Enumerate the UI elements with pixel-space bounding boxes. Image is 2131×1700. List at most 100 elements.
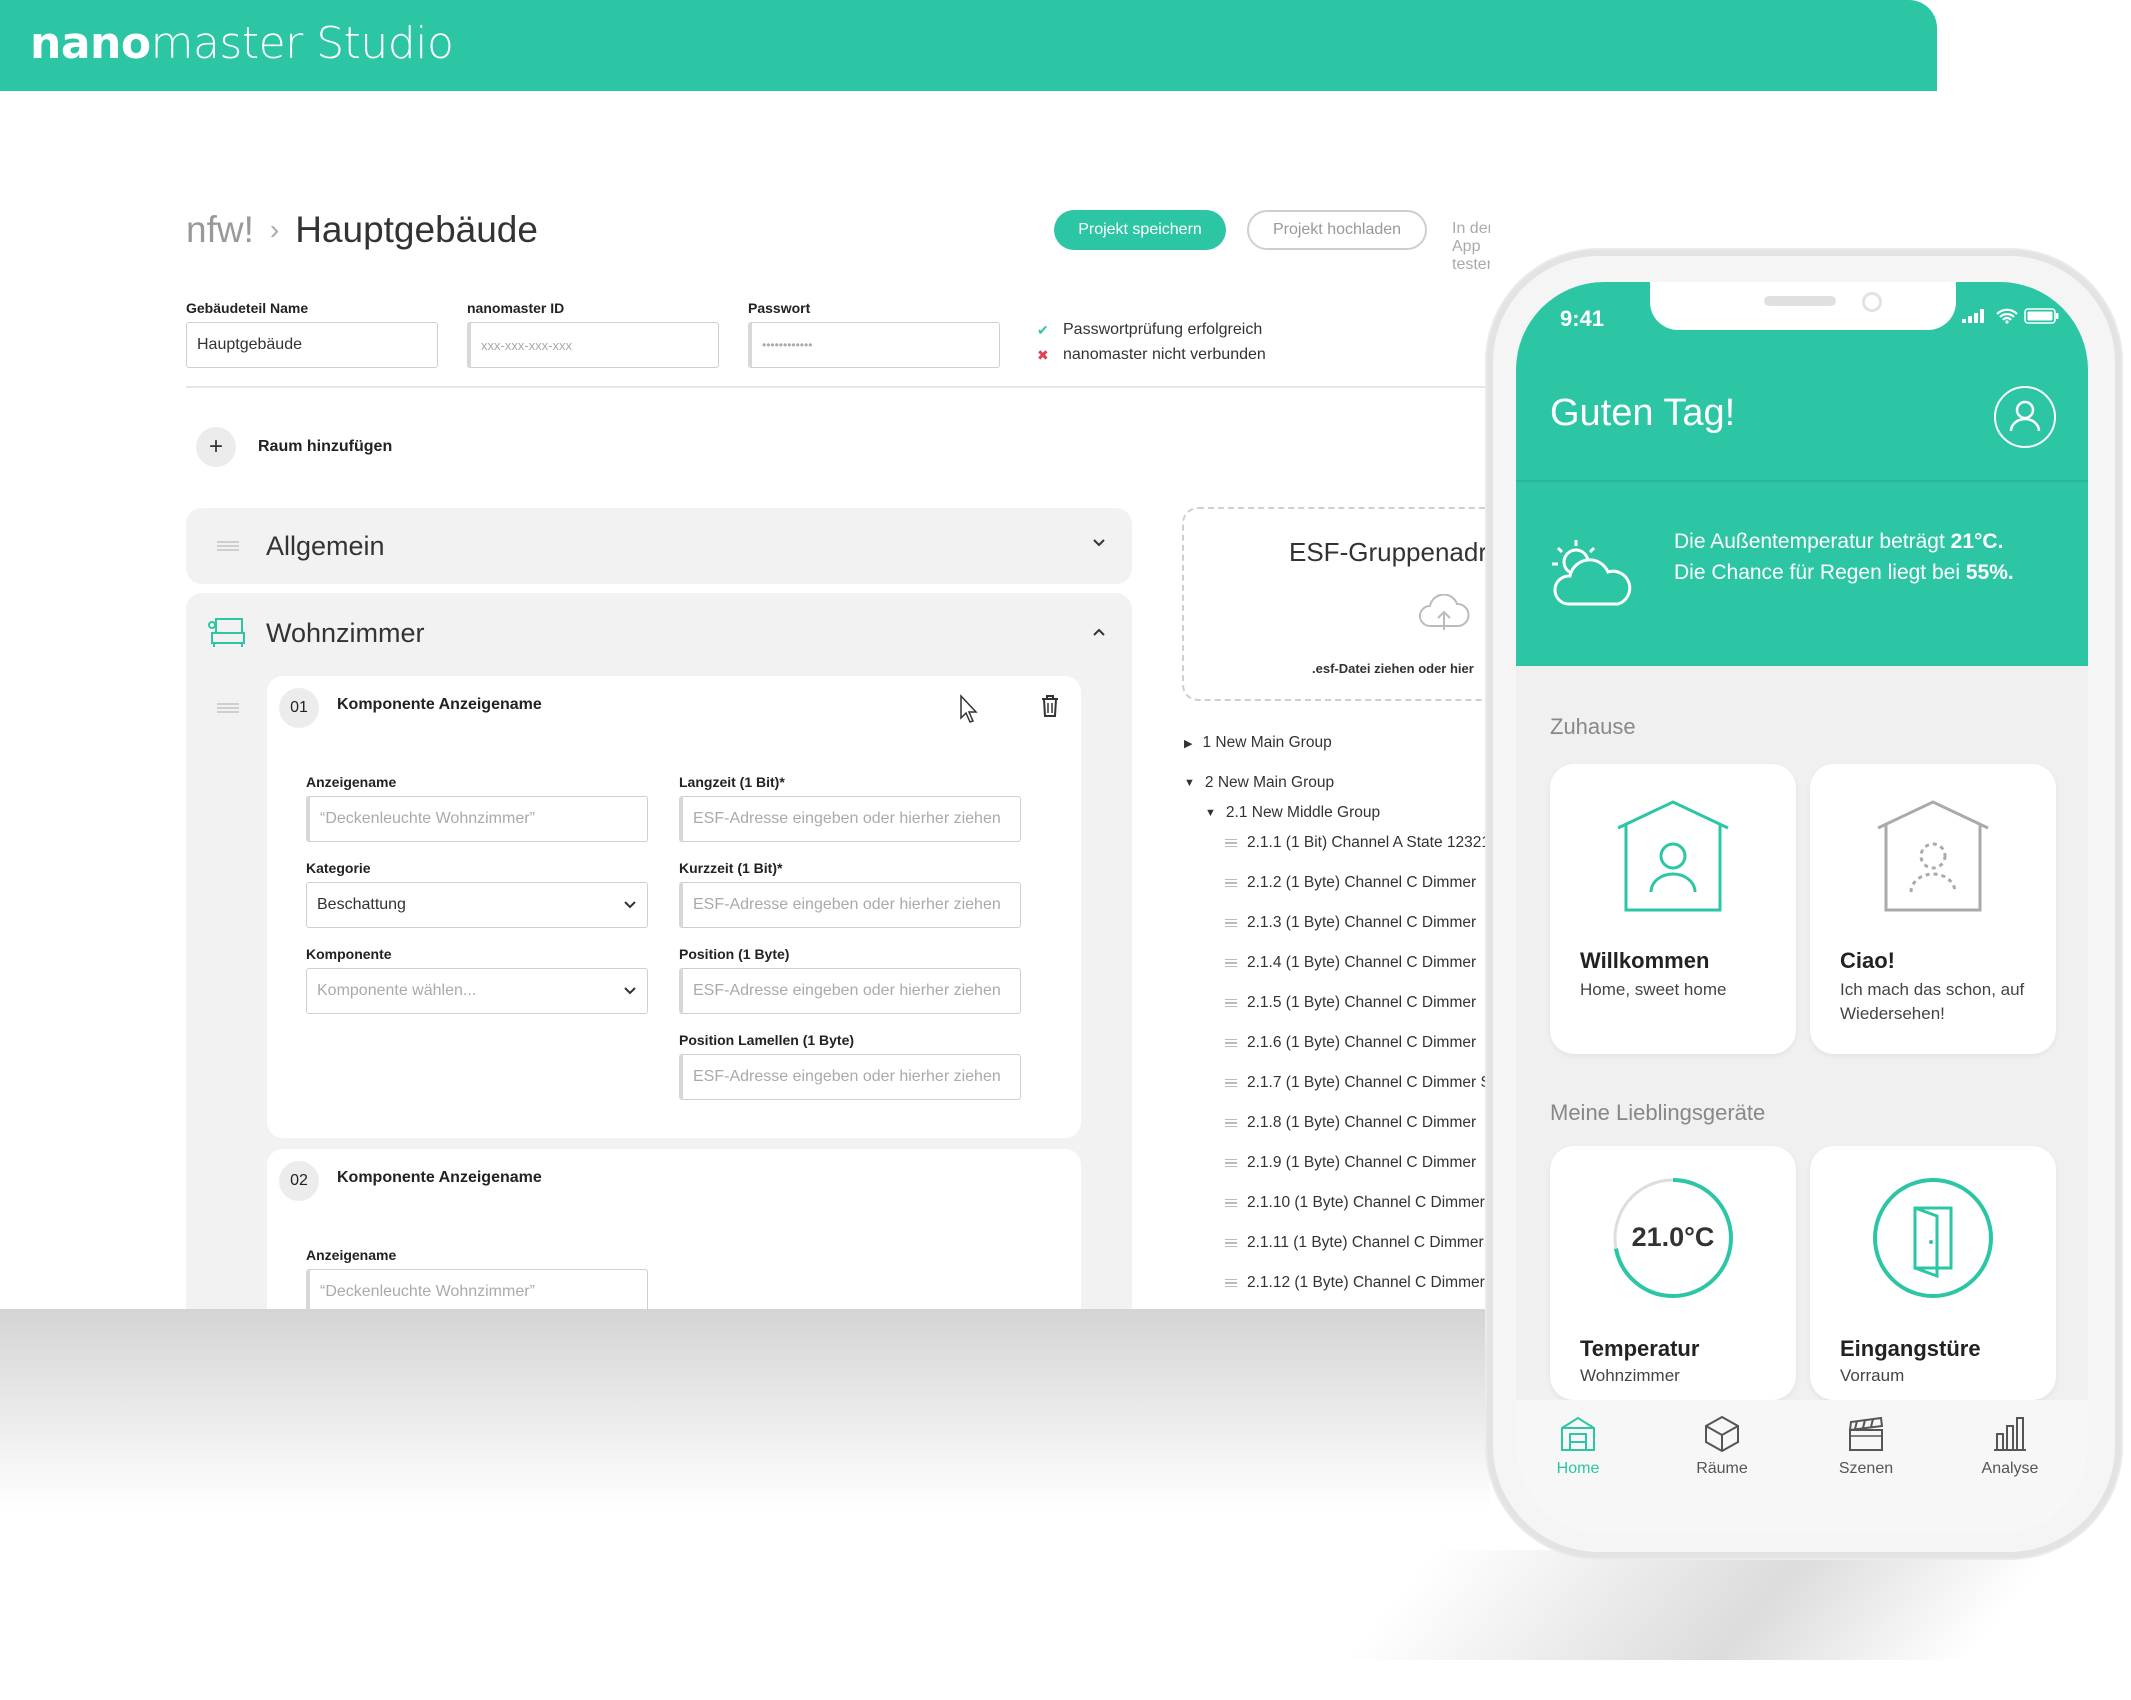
category-select[interactable]: Beschattung	[306, 882, 648, 928]
tree-item-group[interactable]: ▶ 1 New Main Group	[1184, 734, 1332, 752]
caret-down-icon: ▼	[1184, 777, 1195, 789]
status-icons	[1962, 308, 2060, 324]
esf-title: ESF-Gruppenadr	[1289, 537, 1487, 567]
tab-home[interactable]: Home	[1528, 1414, 1628, 1478]
category-label: Kategorie	[306, 860, 371, 876]
tree-item-address[interactable]: 2.1.3 (1 Byte) Channel C Dimmer	[1225, 914, 1476, 932]
upload-project-button[interactable]: Projekt hochladen	[1247, 210, 1427, 250]
slats-position-label: Position Lamellen (1 Byte)	[679, 1032, 855, 1048]
chevron-down-icon	[624, 901, 636, 909]
tab-rooms[interactable]: Räume	[1672, 1414, 1772, 1478]
tree-item-label: 2.1.11 (1 Byte) Channel C Dimmer	[1247, 1234, 1484, 1251]
esf-hint: .esf-Datei ziehen oder hier	[1312, 661, 1474, 676]
save-project-button[interactable]: Projekt speichern	[1054, 210, 1226, 250]
cursor-icon	[957, 694, 981, 729]
chevron-up-icon[interactable]	[1092, 621, 1106, 642]
tab-label: Szenen	[1838, 1460, 1894, 1477]
tree-item-group[interactable]: ▼ 2.1 New Middle Group	[1205, 804, 1380, 822]
clapperboard-icon	[1848, 1416, 1884, 1451]
tree-item-address[interactable]: 2.1.7 (1 Byte) Channel C Dimmer S	[1225, 1074, 1490, 1092]
long-press-esf-input[interactable]: ESF-Adresse eingeben oder hierher ziehen	[679, 796, 1021, 842]
breadcrumb: nfw! › Hauptgebäude	[186, 209, 538, 251]
password-input[interactable]: ••••••••••••	[748, 322, 1000, 368]
tree-item-label: 2.1.1 (1 Bit) Channel A State 12321	[1247, 834, 1490, 851]
trash-icon[interactable]	[1041, 694, 1059, 723]
scene-tile-welcome[interactable]: Willkommen Home, sweet home	[1550, 764, 1796, 1054]
component-title: Komponente Anzeigename	[337, 1169, 542, 1186]
cloud-upload-icon	[1416, 593, 1472, 639]
display-name-input[interactable]: “Deckenleuchte Wohnzimmer”	[306, 796, 648, 842]
tab-label: Analyse	[1981, 1460, 2039, 1477]
tile-subtitle: Wohnzimmer	[1580, 1366, 1680, 1385]
scene-tile-goodbye[interactable]: Ciao! Ich mach das schon, auf Wiedersehe…	[1810, 764, 2056, 1054]
long-press-label: Langzeit (1 Bit)*	[679, 774, 785, 790]
tree-item-address[interactable]: 2.1.6 (1 Byte) Channel C Dimmer	[1225, 1034, 1476, 1052]
status-time: 9:41	[1560, 306, 1605, 331]
drag-handle-icon	[1225, 1279, 1237, 1287]
tree-item-label: 2.1.6 (1 Byte) Channel C Dimmer	[1247, 1034, 1477, 1051]
room-name: Wohnzimmer	[266, 618, 425, 648]
position-label: Position (1 Byte)	[679, 946, 790, 962]
device-tile-door[interactable]: Eingangstüre Vorraum	[1810, 1146, 2056, 1400]
cross-icon: ✖	[1037, 346, 1049, 363]
tree-item-address[interactable]: 2.1.11 (1 Byte) Channel C Dimmer	[1225, 1234, 1484, 1252]
device-tile-temperature[interactable]: 21.0°C Temperatur Wohnzimmer	[1550, 1146, 1796, 1400]
section-title: Meine Lieblingsgeräte	[1550, 1100, 1766, 1125]
greeting: Guten Tag!	[1550, 392, 1736, 434]
tree-item-label: 2.1 New Middle Group	[1225, 804, 1381, 821]
tree-item-address[interactable]: 2.1.5 (1 Byte) Channel C Dimmer	[1225, 994, 1476, 1012]
esf-dropzone[interactable]: ESF-Gruppenadr .esf-Datei ziehen oder hi…	[1182, 507, 1490, 701]
add-room-button[interactable]: + Raum hinzufügen	[196, 427, 392, 467]
breadcrumb-root[interactable]: nfw!	[186, 209, 254, 251]
tile-title: Willkommen	[1580, 948, 1710, 973]
tab-scenes[interactable]: Szenen	[1816, 1414, 1916, 1478]
add-room-label: Raum hinzufügen	[258, 438, 393, 455]
tree-item-group[interactable]: ▼ 2 New Main Group	[1184, 774, 1334, 792]
phone-screen: 9:41 Guten Tag! Die Außentemperatur betr…	[1516, 282, 2088, 1534]
bar-chart-icon	[1994, 1417, 2026, 1451]
tab-analysis[interactable]: Analyse	[1960, 1414, 2060, 1478]
tree-item-address[interactable]: 2.1.12 (1 Byte) Channel C Dimmer	[1225, 1274, 1485, 1292]
user-icon	[2009, 400, 2041, 432]
tree-item-address[interactable]: 2.1.8 (1 Byte) Channel C Dimmer	[1225, 1114, 1476, 1132]
profile-button[interactable]	[1994, 386, 2056, 448]
tile-subtitle: Vorraum	[1840, 1366, 1905, 1385]
position-esf-input[interactable]: ESF-Adresse eingeben oder hierher ziehen	[679, 968, 1021, 1014]
drag-handle-icon	[1225, 839, 1237, 847]
check-icon: ✔	[1037, 321, 1049, 338]
drag-handle-icon	[1225, 959, 1237, 967]
connection-status-text: nanomaster nicht verbunden	[1063, 346, 1266, 363]
tree-item-label: 2.1.7 (1 Byte) Channel C Dimmer S	[1247, 1074, 1490, 1091]
drag-handle-icon	[1225, 999, 1237, 1007]
page-title: Hauptgebäude	[295, 209, 538, 250]
drag-handle-icon[interactable]	[217, 541, 239, 551]
short-press-esf-input[interactable]: ESF-Adresse eingeben oder hierher ziehen	[679, 882, 1021, 928]
slats-position-esf-input[interactable]: ESF-Adresse eingeben oder hierher ziehen	[679, 1054, 1021, 1100]
nanomaster-id-input[interactable]: xxx-xxx-xxx-xxx	[467, 322, 719, 368]
tree-item-address[interactable]: 2.1.10 (1 Byte) Channel C Dimmer	[1225, 1194, 1485, 1212]
chevron-down-icon[interactable]	[1092, 532, 1106, 553]
password-label: Passwort	[748, 300, 811, 316]
drag-handle-icon[interactable]	[217, 703, 239, 713]
tree-item-label: 2.1.9 (1 Byte) Channel C Dimmer	[1247, 1154, 1477, 1171]
tree-item-label: 2.1.5 (1 Byte) Channel C Dimmer	[1247, 994, 1477, 1011]
tree-item-address[interactable]: 2.1.2 (1 Byte) Channel C Dimmer	[1225, 874, 1476, 892]
bottom-tab-bar: Home Räume Szenen Analyse	[1516, 1400, 2088, 1534]
component-label: Komponente	[306, 946, 392, 962]
building-name-input[interactable]: Hauptgebäude	[186, 322, 438, 368]
caret-right-icon: ▶	[1184, 737, 1193, 750]
battery-icon	[2024, 308, 2059, 324]
component-select[interactable]: Komponente wählen...	[306, 968, 648, 1014]
room-section-allgemein[interactable]: Allgemein	[186, 508, 1132, 584]
tile-title: Temperatur	[1580, 1336, 1700, 1361]
tree-item-label: 2.1.3 (1 Byte) Channel C Dimmer	[1247, 914, 1477, 931]
caret-down-icon: ▼	[1205, 807, 1216, 819]
tree-item-address[interactable]: 2.1.4 (1 Byte) Channel C Dimmer	[1225, 954, 1476, 972]
nanomaster-id-label: nanomaster ID	[467, 300, 565, 316]
section-title: Zuhause	[1550, 714, 1636, 739]
tree-item-address[interactable]: 2.1.9 (1 Byte) Channel C Dimmer	[1225, 1154, 1476, 1172]
home-away-icon	[1877, 800, 1989, 912]
test-in-app-link[interactable]: In der App testen	[1452, 220, 1490, 274]
display-name-input[interactable]: “Deckenleuchte Wohnzimmer”	[306, 1269, 648, 1309]
tree-item-address[interactable]: 2.1.1 (1 Bit) Channel A State 12321	[1225, 834, 1490, 852]
